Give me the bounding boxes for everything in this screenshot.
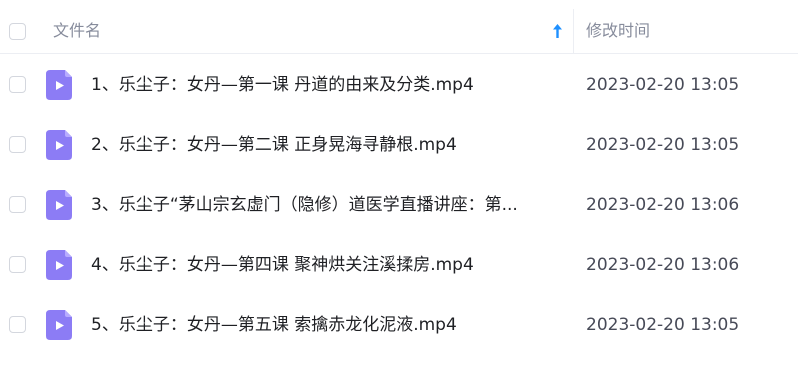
file-modified-time: 2023-02-20 13:06 — [586, 195, 740, 215]
column-header-filename[interactable]: 文件名 — [53, 21, 101, 41]
file-name[interactable]: 3、乐尘子“茅山宗玄虚门（隐修）道医学直播讲座：第... — [91, 194, 561, 216]
file-modified-time: 2023-02-20 13:05 — [586, 135, 740, 155]
file-name[interactable]: 5、乐尘子：女丹—第五课 索擒赤龙化泥液.mp4 — [91, 314, 561, 336]
row-checkbox[interactable] — [9, 256, 26, 273]
video-file-icon — [46, 190, 72, 220]
file-list-header: 文件名 修改时间 — [0, 9, 798, 54]
row-checkbox[interactable] — [9, 136, 26, 153]
file-name[interactable]: 4、乐尘子：女丹—第四课 聚神烘关注溪揉房.mp4 — [91, 254, 561, 276]
file-name[interactable]: 1、乐尘子：女丹—第一课 丹道的由来及分类.mp4 — [91, 74, 561, 96]
column-divider[interactable] — [573, 9, 574, 53]
video-file-icon — [46, 250, 72, 280]
arrow-up-icon[interactable] — [552, 23, 563, 39]
file-row[interactable]: 4、乐尘子：女丹—第四课 聚神烘关注溪揉房.mp4 2023-02-20 13:… — [0, 235, 798, 295]
video-file-icon — [46, 310, 72, 340]
file-name[interactable]: 2、乐尘子：女丹—第二课 正身晃海寻静根.mp4 — [91, 134, 561, 156]
file-row[interactable]: 1、乐尘子：女丹—第一课 丹道的由来及分类.mp4 2023-02-20 13:… — [0, 55, 798, 115]
select-all-checkbox[interactable] — [9, 23, 26, 40]
row-checkbox[interactable] — [9, 76, 26, 93]
file-row[interactable]: 3、乐尘子“茅山宗玄虚门（隐修）道医学直播讲座：第... 2023-02-20 … — [0, 175, 798, 235]
file-modified-time: 2023-02-20 13:06 — [586, 255, 740, 275]
column-header-modified-time[interactable]: 修改时间 — [586, 21, 650, 41]
video-file-icon — [46, 70, 72, 100]
file-row[interactable]: 5、乐尘子：女丹—第五课 索擒赤龙化泥液.mp4 2023-02-20 13:0… — [0, 295, 798, 355]
row-checkbox[interactable] — [9, 316, 26, 333]
row-checkbox[interactable] — [9, 196, 26, 213]
file-modified-time: 2023-02-20 13:05 — [586, 75, 740, 95]
file-modified-time: 2023-02-20 13:05 — [586, 315, 740, 335]
file-row[interactable]: 2、乐尘子：女丹—第二课 正身晃海寻静根.mp4 2023-02-20 13:0… — [0, 115, 798, 175]
video-file-icon — [46, 130, 72, 160]
